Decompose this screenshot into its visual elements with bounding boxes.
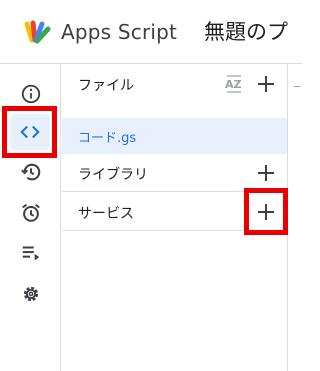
apps-script-logo[interactable] (22, 18, 52, 48)
gear-icon (23, 286, 39, 302)
app-name: Apps Script (61, 20, 178, 44)
file-item-code-gs[interactable]: コード.gs (62, 118, 287, 154)
executions-icon (22, 246, 40, 261)
sort-az-icon: AZ (225, 75, 242, 93)
alarm-icon (22, 203, 40, 222)
info-icon (21, 84, 41, 104)
libraries-label: ライブラリ (78, 167, 148, 183)
overview-button[interactable] (15, 78, 47, 110)
sort-files-button[interactable]: AZ (223, 72, 247, 96)
settings-button[interactable] (15, 278, 47, 310)
add-library-button[interactable] (254, 161, 278, 185)
editor-button[interactable] (10, 114, 50, 150)
project-title[interactable]: 無題のプ (204, 16, 288, 46)
code-icon (20, 125, 40, 139)
files-panel: ファイル AZ コード.gs ライブラリ サービス (62, 64, 288, 371)
libraries-section-header: ライブラリ (62, 153, 287, 193)
plus-icon (258, 76, 274, 92)
add-file-button[interactable] (254, 72, 278, 96)
file-name: コード.gs (78, 131, 137, 146)
executions-button[interactable] (15, 237, 47, 269)
section-divider (62, 230, 287, 231)
add-service-button[interactable] (254, 200, 278, 224)
tab-edge-mark (294, 86, 300, 87)
history-icon (21, 163, 41, 181)
app-header: Apps Script 無題のプ (0, 0, 302, 64)
plus-icon (258, 204, 274, 220)
services-label: サービス (78, 206, 134, 222)
files-label: ファイル (78, 78, 134, 94)
svg-text:AZ: AZ (225, 78, 242, 91)
editor-edge (288, 64, 302, 371)
left-nav-rail (0, 64, 61, 371)
plus-icon (258, 165, 274, 181)
files-section-header: ファイル AZ (62, 64, 287, 104)
triggers-button[interactable] (15, 197, 47, 229)
services-section-header: サービス (62, 192, 287, 232)
project-history-button[interactable] (15, 156, 47, 188)
